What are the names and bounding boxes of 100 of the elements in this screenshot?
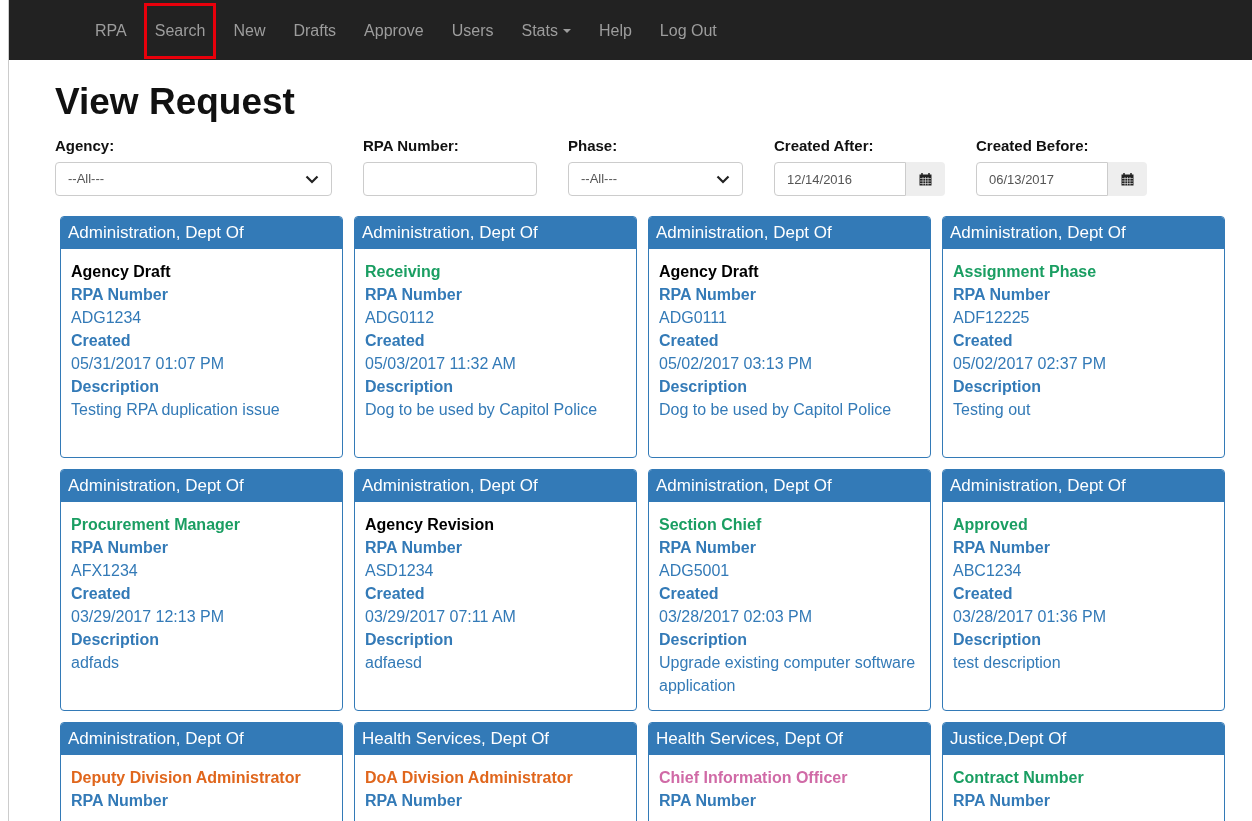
field-label: Created (365, 584, 426, 604)
select-field[interactable]: --All--- (55, 162, 332, 196)
agency-name: Health Services, Dept Of (362, 728, 550, 751)
request-card[interactable]: Administration, Dept Of Assignment Phase RPA Number ADF12225 Created 05/02/2017 02:37 PM Description Testing out (942, 216, 1225, 458)
description: adfads (71, 653, 121, 673)
description: Testing RPA duplication issue (71, 400, 281, 420)
phase-status: Chief Information Officer (659, 768, 849, 788)
agency-name: Administration, Dept Of (68, 222, 244, 245)
field-label: Created (365, 331, 426, 351)
nav-link[interactable]: Help (590, 6, 640, 56)
field-label: RPA Number (659, 538, 757, 558)
calendar-button[interactable] (1108, 162, 1147, 196)
filter-label: Phase: (568, 136, 619, 156)
phase-status: Procurement Manager (71, 515, 241, 535)
field-label: Description (365, 377, 454, 397)
rpa-number: ADG1234 (71, 308, 143, 328)
created-date: 03/28/2017 02:03 PM (659, 607, 813, 627)
phase-status: Agency Draft (71, 262, 172, 282)
field-label: RPA Number (953, 285, 1051, 305)
page-title: View Request (55, 80, 296, 124)
phase-status: Agency Draft (659, 262, 760, 282)
created-date: 05/03/2017 11:32 AM (365, 354, 517, 374)
phase-status: Receiving (365, 262, 442, 282)
request-card[interactable]: Administration, Dept Of Agency Draft RPA Number ADG1234 Created 05/31/2017 01:07 PM Description Testing RPA duplication issue (60, 216, 343, 458)
request-card[interactable]: Justice,Dept Of Contract Number RPA Number (942, 722, 1225, 821)
field-label: Created (71, 331, 132, 351)
field-label: RPA Number (953, 538, 1051, 558)
field-label: RPA Number (659, 285, 757, 305)
calendar-icon (919, 172, 932, 186)
agency-name: Health Services, Dept Of (656, 728, 844, 751)
description: Testing out (953, 400, 1032, 420)
field-label: Description (71, 630, 160, 650)
rpa-number: ADG0112 (365, 308, 436, 328)
phase-status: Contract Number (953, 768, 1085, 788)
description: test description (953, 653, 1062, 673)
nav-link[interactable]: RPA (87, 6, 135, 56)
field-label: RPA Number (659, 791, 757, 811)
agency-name: Administration, Dept Of (362, 475, 538, 498)
phase-status: Section Chief (659, 515, 763, 535)
field-label: Description (71, 377, 160, 397)
chevron-down-icon (305, 174, 319, 184)
field-label: Created (71, 584, 132, 604)
rpa-number: ADG0111 (659, 308, 728, 328)
field-label: RPA Number (71, 791, 169, 811)
created-date: 05/02/2017 02:37 PM (953, 354, 1107, 374)
field-label: Created (659, 331, 720, 351)
description: Dog to be used by Capitol Police (365, 400, 599, 420)
request-card[interactable]: Administration, Dept Of Procurement Manager RPA Number AFX1234 Created 03/29/2017 12:13 PM Description adfads (60, 469, 343, 711)
nav-link[interactable]: New (225, 6, 274, 56)
description: adfaesd (365, 653, 423, 673)
agency-name: Justice,Dept Of (950, 728, 1067, 751)
request-card[interactable]: Administration, Dept Of Deputy Division Administrator RPA Number (60, 722, 343, 821)
nav-link[interactable]: Users (443, 6, 502, 56)
rpa-number: ADG5001 (659, 561, 731, 581)
nav-link[interactable]: Stats (513, 6, 579, 56)
created-date: 03/29/2017 07:11 AM (365, 607, 517, 627)
input-field[interactable] (363, 162, 537, 196)
field-label: Description (365, 630, 454, 650)
phase-status: Deputy Division Administrator (71, 768, 302, 788)
rpa-number: ABC1234 (953, 561, 1023, 581)
agency-name: Administration, Dept Of (950, 222, 1126, 245)
field-label: Description (659, 377, 748, 397)
agency-name: Administration, Dept Of (68, 728, 244, 751)
request-card[interactable]: Health Services, Dept Of DoA Division Administrator RPA Number (354, 722, 637, 821)
field-label: RPA Number (71, 285, 169, 305)
field-label: RPA Number (953, 791, 1051, 811)
date-field[interactable]: 06/13/2017 (976, 162, 1108, 196)
phase-status: Approved (953, 515, 1029, 535)
agency-name: Administration, Dept Of (656, 222, 832, 245)
request-card[interactable]: Administration, Dept Of Agency Revision RPA Number ASD1234 Created 03/29/2017 07:11 AM Description adfaesd (354, 469, 637, 711)
request-card[interactable]: Administration, Dept Of Approved RPA Number ABC1234 Created 03/28/2017 01:36 PM Description test description (942, 469, 1225, 711)
phase-status: Assignment Phase (953, 262, 1098, 282)
agency-name: Administration, Dept Of (950, 475, 1126, 498)
rpa-number: AFX1234 (71, 561, 139, 581)
description: Upgrade existing computer software application (659, 653, 917, 696)
request-card[interactable]: Administration, Dept Of Agency Draft RPA Number ADG0111 Created 05/02/2017 03:13 PM Description Dog to be used by Capitol Police (648, 216, 931, 458)
request-card[interactable]: Administration, Dept Of Section Chief RPA Number ADG5001 Created 03/28/2017 02:03 PM Description Upgrade existing computer software application (648, 469, 931, 711)
agency-name: Administration, Dept Of (362, 222, 538, 245)
phase-status: Agency Revision (365, 515, 495, 535)
nav-link[interactable]: Approve (356, 6, 432, 56)
filter-label: Created After: (774, 136, 875, 156)
chevron-down-icon (716, 174, 730, 184)
nav-link[interactable]: Drafts (285, 6, 345, 56)
field-label: Created (953, 331, 1014, 351)
rpa-number: ADF12225 (953, 308, 1031, 328)
request-card[interactable]: Health Services, Dept Of Chief Information Officer RPA Number (648, 722, 931, 821)
created-date: 03/28/2017 01:36 PM (953, 607, 1107, 627)
field-label: RPA Number (365, 791, 463, 811)
rpa-number: ASD1234 (365, 561, 435, 581)
date-field[interactable]: 12/14/2016 (774, 162, 906, 196)
select-field[interactable]: --All--- (568, 162, 743, 196)
nav-link[interactable]: Log Out (651, 6, 725, 56)
request-card[interactable]: Administration, Dept Of Receiving RPA Number ADG0112 Created 05/03/2017 11:32 AM Description Dog to be used by Capitol Police (354, 216, 637, 458)
nav-link[interactable]: Search (146, 6, 214, 56)
calendar-button[interactable] (906, 162, 945, 196)
filter-label: Agency: (55, 136, 116, 156)
field-label: Description (659, 630, 748, 650)
description: Dog to be used by Capitol Police (659, 400, 893, 420)
field-label: Description (953, 377, 1042, 397)
filter-label: RPA Number: (363, 136, 460, 156)
